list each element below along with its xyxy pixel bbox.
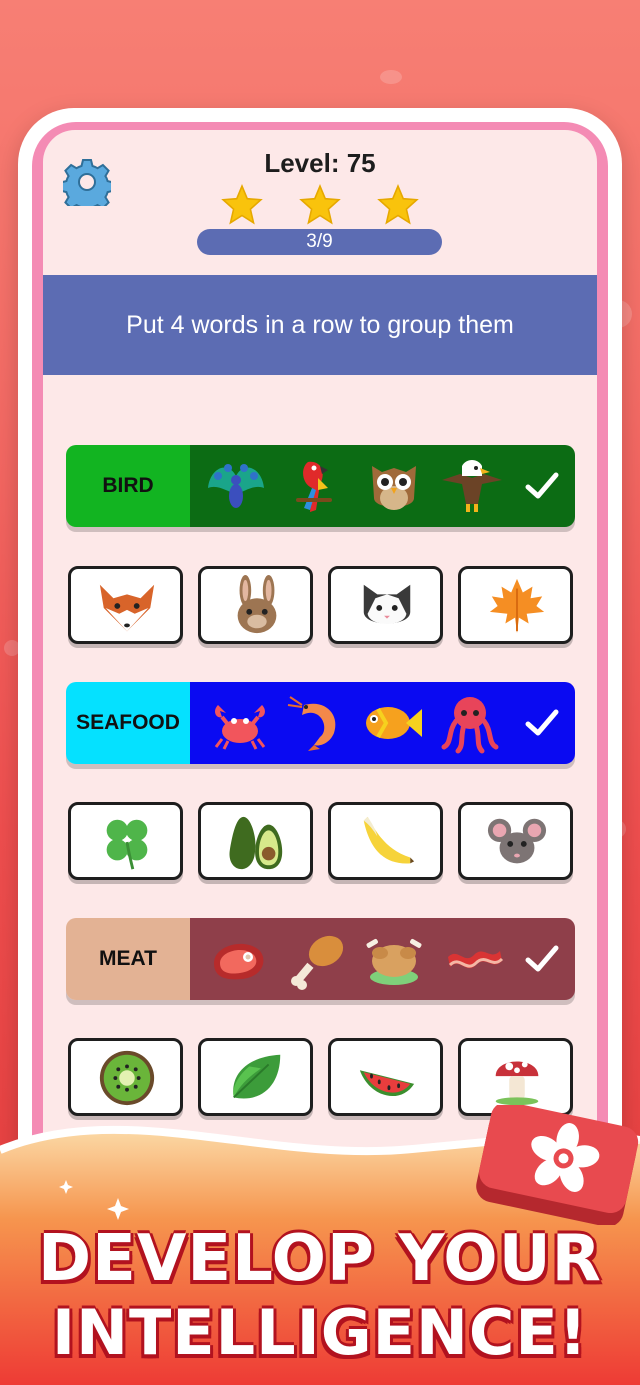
word-tile[interactable] — [198, 566, 313, 644]
owl-icon — [362, 454, 426, 518]
group-icons — [190, 445, 575, 527]
flower-icon — [476, 1105, 639, 1225]
eagle-icon — [440, 454, 504, 518]
fish-icon — [360, 691, 424, 755]
instruction-banner: Put 4 words in a row to group them — [43, 275, 597, 375]
word-tile[interactable] — [328, 566, 443, 644]
group-icons — [190, 682, 575, 764]
peacock-icon — [204, 454, 268, 518]
kiwi-icon — [96, 1047, 158, 1109]
word-tile[interactable] — [328, 1038, 443, 1116]
bacon-icon — [442, 927, 506, 991]
banana-icon — [356, 811, 418, 873]
star-icon — [299, 184, 341, 226]
level-title: Level: 75 — [264, 148, 376, 178]
watermelon-icon — [356, 1047, 418, 1109]
avocado-icon — [226, 811, 288, 873]
fox-icon — [96, 575, 158, 637]
rabbit-icon — [226, 575, 288, 637]
maple-leaf-icon — [486, 575, 548, 637]
roast-chicken-icon — [362, 927, 426, 991]
crab-icon — [208, 691, 272, 755]
word-tile[interactable] — [458, 802, 573, 880]
check-icon — [525, 944, 559, 974]
check-icon — [525, 471, 559, 501]
cat-icon — [356, 575, 418, 637]
star-rating — [219, 184, 419, 228]
word-tile[interactable] — [68, 1038, 183, 1116]
group-row-seafood: SEAFOOD — [66, 682, 575, 764]
word-tile[interactable] — [458, 566, 573, 644]
shrimp-icon — [286, 691, 350, 755]
drumstick-icon — [286, 927, 350, 991]
background-bokeh — [380, 70, 402, 84]
steak-icon — [206, 927, 270, 991]
mouse-icon — [486, 811, 548, 873]
promo-headline-line2: INTELLIGENCE! — [52, 1296, 588, 1369]
game-screen: Level: 75 3/9 Put 4 words in a row to gr… — [43, 130, 597, 1230]
mushroom-icon — [486, 1047, 548, 1109]
check-icon — [525, 708, 559, 738]
word-tile[interactable] — [328, 802, 443, 880]
word-tile[interactable] — [68, 566, 183, 644]
group-label: BIRD — [66, 445, 190, 527]
clover-icon — [96, 811, 158, 873]
group-label: SEAFOOD — [66, 682, 190, 764]
promo-headline-line1: DEVELOP YOUR — [38, 1222, 602, 1296]
octopus-icon — [438, 691, 502, 755]
word-tile[interactable] — [198, 1038, 313, 1116]
star-icon — [221, 184, 263, 226]
group-row-meat: MEAT — [66, 918, 575, 1000]
word-tile[interactable] — [68, 802, 183, 880]
group-row-bird: BIRD — [66, 445, 575, 527]
parrot-icon — [282, 454, 346, 518]
group-label: MEAT — [66, 918, 190, 1000]
group-icons — [190, 918, 575, 1000]
word-tile[interactable] — [198, 802, 313, 880]
progress-bar: 3/9 — [197, 229, 442, 255]
star-icon — [377, 184, 419, 226]
leaf-icon — [226, 1047, 288, 1109]
